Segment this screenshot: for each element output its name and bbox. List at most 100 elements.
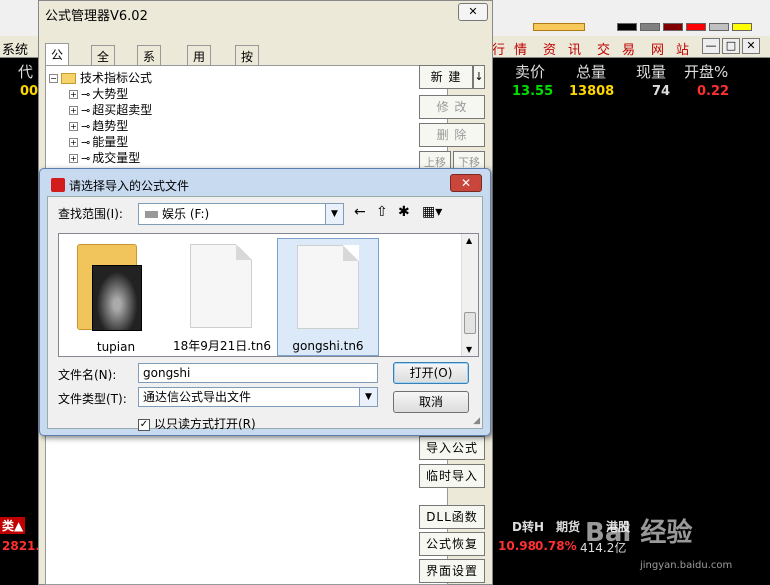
color-swatch[interactable] <box>732 23 752 31</box>
cancel-button[interactable]: 取消 <box>393 391 469 413</box>
key-icon: ⊸ <box>81 136 91 149</box>
ui-settings-button[interactable]: 界面设置 <box>419 559 485 583</box>
view-menu-icon[interactable]: ▦▾ <box>422 204 442 220</box>
filetype-value: 通达信公式导出文件 <box>143 390 252 404</box>
filetype-select[interactable]: 通达信公式导出文件 ▼ <box>138 387 378 407</box>
bottom-tab[interactable]: D转H <box>512 518 544 535</box>
scroll-up-icon[interactable]: ▲ <box>466 236 472 245</box>
lookin-dropdown[interactable]: 娱乐 (F:) ▼ <box>138 203 344 225</box>
column-header[interactable]: 总量 <box>576 61 606 82</box>
key-icon: ⊸ <box>81 120 91 133</box>
tab-user[interactable]: 用户 <box>187 45 212 81</box>
file-item-selected[interactable]: gongshi.tn6 <box>277 238 379 356</box>
tree-node[interactable]: + ⊸ 成交量型 <box>69 150 140 166</box>
menu-item[interactable]: 讯 <box>568 39 584 58</box>
menu-item[interactable]: 资 <box>543 39 559 58</box>
column-header[interactable]: 开盘% <box>684 61 728 82</box>
readonly-checkbox[interactable]: ✓ 以只读方式打开(R) <box>138 415 256 432</box>
expand-icon[interactable]: + <box>69 138 78 147</box>
tree-node-label: 超买超卖型 <box>92 103 153 117</box>
color-swatch[interactable] <box>686 23 706 31</box>
menu-item[interactable]: 交 <box>597 39 613 58</box>
tab-system[interactable]: 系统 <box>137 45 162 81</box>
collapse-icon[interactable]: − <box>49 74 58 83</box>
file-name: gongshi.tn6 <box>292 339 364 353</box>
quote-value: 0.22 <box>697 84 730 99</box>
tab-by-date-frequency[interactable]: 按日期频度 <box>235 45 260 132</box>
scroll-thumb[interactable] <box>464 312 476 334</box>
new-folder-icon[interactable]: ✱ <box>398 204 410 220</box>
menu-system[interactable]: 系统 <box>2 39 28 58</box>
file-item-folder[interactable]: tupian <box>65 238 167 356</box>
color-swatch[interactable] <box>709 23 729 31</box>
menu-item[interactable]: 网 <box>651 39 667 58</box>
index-tag[interactable]: 类▲ <box>0 517 26 534</box>
modify-button[interactable]: 修 改 <box>419 95 485 119</box>
color-swatch[interactable] <box>533 23 585 31</box>
tree-node-label: 能量型 <box>92 135 129 149</box>
key-icon: ⊸ <box>81 152 91 165</box>
document-icon <box>190 244 252 328</box>
expand-icon[interactable]: + <box>69 90 78 99</box>
column-header[interactable]: 卖价 <box>515 61 545 82</box>
file-open-dialog: 请选择导入的公式文件 ✕ 查找范围(I): 娱乐 (F:) ▼ ← ⇧ ✱ ▦▾… <box>39 168 491 436</box>
tab-formula-group[interactable]: 公式组 <box>45 43 70 96</box>
bottom-value: 10.98 <box>498 539 536 553</box>
tree-root-label: 技术指标公式 <box>80 71 153 85</box>
resize-grip-icon[interactable]: ◢ <box>473 416 480 426</box>
folder-preview <box>92 265 142 331</box>
maximize-icon[interactable]: □ <box>722 38 740 54</box>
new-dropdown-button[interactable]: ↓ <box>473 65 485 89</box>
tab-all[interactable]: 全部 <box>91 45 116 81</box>
color-swatch[interactable] <box>663 23 683 31</box>
chevron-down-icon[interactable]: ▼ <box>325 204 343 224</box>
bottom-tab[interactable]: 期货 <box>556 518 580 535</box>
tree-root[interactable]: − 技术指标公式 <box>49 70 152 86</box>
dialog-close-button[interactable]: ✕ <box>450 174 482 192</box>
column-header[interactable]: 代 <box>18 61 33 82</box>
close-icon[interactable]: ✕ <box>742 38 760 54</box>
column-header[interactable]: 现量 <box>636 61 666 82</box>
back-icon[interactable]: ← <box>354 204 366 220</box>
menu-item[interactable]: 站 <box>676 39 692 58</box>
new-button[interactable]: 新 建 <box>419 65 473 89</box>
file-item[interactable]: 18年9月21日.tn6 <box>171 238 273 356</box>
expand-icon[interactable]: + <box>69 122 78 131</box>
formula-manager-title: 公式管理器V6.02 <box>45 9 148 24</box>
checkbox-check-icon[interactable]: ✓ <box>138 418 150 431</box>
temp-import-button[interactable]: 临时导入 <box>419 464 485 488</box>
scroll-down-icon[interactable]: ▼ <box>466 345 472 354</box>
app-icon <box>51 178 65 192</box>
drive-icon <box>145 211 158 218</box>
chevron-down-icon[interactable]: ▼ <box>359 388 377 406</box>
quote-value: 13808 <box>569 84 615 99</box>
up-folder-icon[interactable]: ⇧ <box>376 204 388 220</box>
expand-icon[interactable]: + <box>69 106 78 115</box>
menu-item[interactable]: 易 <box>622 39 638 58</box>
close-button[interactable]: ✕ <box>458 3 488 21</box>
new-button-label: 新 建 <box>430 70 462 84</box>
document-icon <box>297 245 359 329</box>
dialog-body: 查找范围(I): 娱乐 (F:) ▼ ← ⇧ ✱ ▦▾ tupian 18年9月… <box>47 196 483 432</box>
restore-formula-button[interactable]: 公式恢复 <box>419 532 485 556</box>
import-formula-button[interactable]: 导入公式 <box>419 436 485 460</box>
minimize-icon[interactable]: — <box>702 38 720 54</box>
menu-item[interactable]: 情 <box>514 39 530 58</box>
tree-node[interactable]: + ⊸ 大势型 <box>69 86 128 102</box>
tree-node[interactable]: + ⊸ 趋势型 <box>69 118 128 134</box>
folder-icon <box>77 244 142 331</box>
filename-input[interactable]: gongshi <box>138 363 378 383</box>
tree-node[interactable]: + ⊸ 能量型 <box>69 134 128 150</box>
tree-node[interactable]: + ⊸ 超买超卖型 <box>69 102 152 118</box>
color-swatch[interactable] <box>640 23 660 31</box>
color-swatch[interactable] <box>617 23 637 31</box>
vertical-scrollbar[interactable]: ▲ ▼ <box>461 234 478 356</box>
bottom-value: 0.78% <box>535 539 577 553</box>
expand-icon[interactable]: + <box>69 154 78 163</box>
menu-item[interactable]: 行 <box>492 39 508 58</box>
open-button[interactable]: 打开(O) <box>393 362 469 384</box>
dll-function-button[interactable]: DLL函数 <box>419 505 485 529</box>
quote-value: 74 <box>652 84 671 99</box>
delete-button[interactable]: 删 除 <box>419 123 485 147</box>
file-name: 18年9月21日.tn6 <box>173 339 271 353</box>
